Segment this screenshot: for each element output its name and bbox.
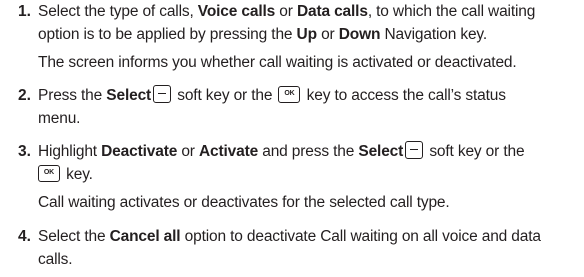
step-note: The screen informs you whether call wait… xyxy=(38,52,517,74)
text: soft key or the xyxy=(173,87,277,104)
text: calls. xyxy=(38,251,73,268)
step-text-line: Press the Select soft key or the OK key … xyxy=(38,85,506,107)
text-bold: Voice calls xyxy=(197,3,276,20)
text: Call waiting activates or deactivates fo… xyxy=(38,194,450,211)
text-bold: Activate xyxy=(198,143,259,160)
text: key. xyxy=(62,166,93,183)
step-text-line: OK key. xyxy=(38,164,93,186)
instruction-page: 1. Select the type of calls, Voice calls… xyxy=(0,0,584,277)
left-soft-key-icon xyxy=(405,141,424,159)
step-text-line: Select the Cancel all option to deactiva… xyxy=(38,226,541,248)
ok-key-icon: OK xyxy=(38,165,60,182)
text: Press the xyxy=(38,87,107,104)
text: option is to be applied by pressing the xyxy=(38,26,297,43)
text: or xyxy=(316,26,339,43)
step-text-line: menu. xyxy=(38,108,80,130)
text-bold: Cancel all xyxy=(109,228,181,245)
step-text-line: option is to be applied by pressing the … xyxy=(38,24,487,46)
text: option to deactivate Call waiting on all… xyxy=(180,228,541,245)
text: and press the xyxy=(258,143,359,160)
text-bold: Down xyxy=(338,26,381,43)
step-number: 3. xyxy=(18,143,31,160)
ok-key-label: OK xyxy=(284,90,295,97)
text-bold: Select xyxy=(106,87,152,104)
text: or xyxy=(275,3,297,20)
step-note: Call waiting activates or deactivates fo… xyxy=(38,192,450,214)
step-number: 4. xyxy=(18,228,31,245)
text-bold: Deactivate xyxy=(101,143,178,160)
text: or xyxy=(177,143,199,160)
text: Highlight xyxy=(38,143,102,160)
step-text-line: Highlight Deactivate or Activate and pre… xyxy=(38,141,525,163)
ok-key-icon: OK xyxy=(278,86,301,103)
text: The screen informs you whether call wait… xyxy=(38,54,517,71)
text-bold: Up xyxy=(296,26,318,43)
step-text-line: Select the type of calls, Voice calls or… xyxy=(38,1,535,23)
text-bold: Data calls xyxy=(296,3,368,20)
text: Navigation key. xyxy=(380,26,488,43)
left-soft-key-icon xyxy=(153,85,172,103)
text: key to access the call’s status xyxy=(302,87,506,104)
text: , to which the call waiting xyxy=(367,3,536,20)
step-text-line: calls. xyxy=(38,249,73,271)
text-bold: Select xyxy=(358,143,404,160)
text: Select the xyxy=(38,228,110,245)
text: menu. xyxy=(38,110,81,127)
text: Select the type of calls, xyxy=(38,3,198,20)
step-number: 2. xyxy=(18,87,31,104)
step-number: 1. xyxy=(18,3,31,20)
ok-key-label: OK xyxy=(43,169,55,176)
text: soft key or the xyxy=(425,143,525,160)
